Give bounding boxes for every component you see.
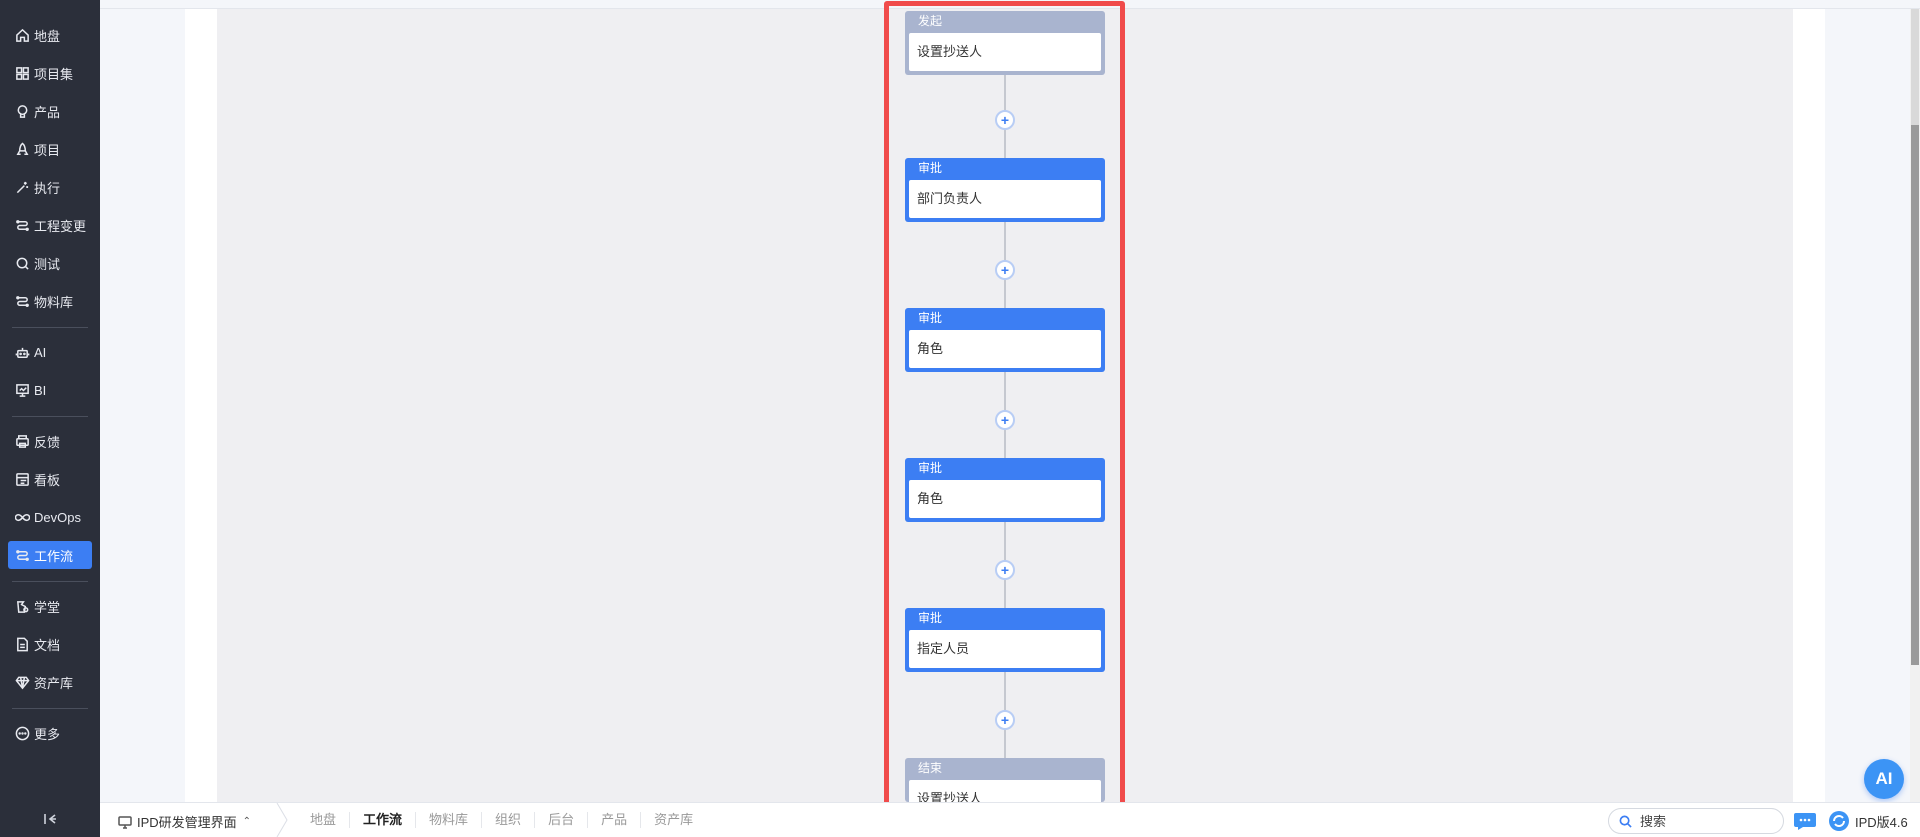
board-icon bbox=[14, 471, 30, 487]
home-icon bbox=[14, 27, 30, 43]
rocket-icon bbox=[14, 141, 30, 157]
sidebar: 地盘 项目集 产品 项目 执行 工程变更 测试 物料库 AI BI 反馈 看板 … bbox=[0, 0, 100, 837]
sidebar-item-ai[interactable]: AI bbox=[8, 338, 92, 366]
chat-icon[interactable] bbox=[1793, 811, 1817, 831]
robot-icon bbox=[14, 344, 30, 360]
search-input[interactable] bbox=[1640, 813, 1770, 829]
app-tabs: 地盘 工作流 物料库 组织 后台 产品 资产库 bbox=[297, 812, 706, 828]
document-icon bbox=[14, 636, 30, 652]
infinity-icon bbox=[14, 509, 30, 525]
tab-home[interactable]: 地盘 bbox=[297, 812, 351, 828]
sidebar-item-label: 地盘 bbox=[34, 28, 61, 44]
sidebar-item-assets[interactable]: 资产库 bbox=[8, 668, 92, 696]
sidebar-item-label: 项目 bbox=[34, 142, 61, 158]
sidebar-item-label: 看板 bbox=[34, 472, 61, 488]
tab-assets[interactable]: 资产库 bbox=[641, 812, 706, 828]
grid-icon bbox=[14, 65, 30, 81]
breadcrumb-separator bbox=[275, 802, 289, 837]
sidebar-item-execution[interactable]: 执行 bbox=[8, 173, 92, 201]
tab-admin[interactable]: 后台 bbox=[535, 812, 589, 828]
sidebar-item-product[interactable]: 产品 bbox=[8, 97, 92, 125]
sidebar-item-programs[interactable]: 项目集 bbox=[8, 59, 92, 87]
version-label: IPD版4.6 bbox=[1855, 814, 1908, 830]
sidebar-item-kanban[interactable]: 看板 bbox=[8, 465, 92, 493]
sidebar-item-label: 执行 bbox=[34, 180, 61, 196]
wand-icon bbox=[14, 179, 30, 195]
version-info[interactable]: IPD版4.6 bbox=[1828, 810, 1908, 832]
sidebar-divider bbox=[12, 581, 88, 582]
sidebar-item-label: 文档 bbox=[34, 637, 61, 653]
tab-materials[interactable]: 物料库 bbox=[416, 812, 483, 828]
sidebar-item-project[interactable]: 项目 bbox=[8, 135, 92, 163]
sidebar-item-label: BI bbox=[34, 382, 47, 398]
sidebar-item-materials[interactable]: 物料库 bbox=[8, 287, 92, 315]
sidebar-item-engineering-change[interactable]: 工程变更 bbox=[8, 211, 92, 239]
brand-logo-icon bbox=[1829, 811, 1849, 831]
diamond-icon bbox=[14, 674, 30, 690]
sidebar-divider bbox=[12, 416, 88, 417]
sidebar-item-label: 工作流 bbox=[34, 548, 74, 564]
printer-icon bbox=[14, 433, 30, 449]
workspace-switcher[interactable]: IPD研发管理界面 ⌃ bbox=[118, 812, 251, 831]
highlight-box bbox=[884, 1, 1125, 812]
chart-board-icon bbox=[14, 382, 30, 398]
sidebar-item-feedback[interactable]: 反馈 bbox=[8, 427, 92, 455]
sidebar-item-label: DevOps bbox=[34, 509, 81, 525]
sidebar-item-label: 资产库 bbox=[34, 675, 74, 691]
bottom-bar: IPD研发管理界面 ⌃ 地盘 工作流 物料库 组织 后台 产品 资产库 IPD版… bbox=[100, 802, 1920, 837]
more-circle-icon bbox=[14, 725, 30, 741]
sidebar-item-home[interactable]: 地盘 bbox=[8, 21, 92, 49]
sidebar-item-more[interactable]: 更多 bbox=[8, 719, 92, 747]
sidebar-item-label: 产品 bbox=[34, 104, 61, 120]
flow-icon bbox=[14, 293, 30, 309]
sidebar-divider bbox=[12, 327, 88, 328]
sidebar-item-label: 学堂 bbox=[34, 599, 61, 615]
scrollbar-upper-track bbox=[1911, 9, 1919, 125]
vertical-scrollbar-thumb[interactable] bbox=[1911, 125, 1919, 665]
tab-organization[interactable]: 组织 bbox=[482, 812, 536, 828]
sidebar-item-bi[interactable]: BI bbox=[8, 376, 92, 404]
sidebar-item-devops[interactable]: DevOps bbox=[8, 503, 92, 531]
search-icon bbox=[1619, 815, 1632, 828]
sidebar-item-label: 测试 bbox=[34, 256, 61, 272]
sidebar-item-label: 物料库 bbox=[34, 294, 74, 310]
sidebar-item-test[interactable]: 测试 bbox=[8, 249, 92, 277]
sidebar-item-label: 反馈 bbox=[34, 434, 61, 450]
ai-assistant-button[interactable]: AI bbox=[1864, 759, 1904, 799]
chevron-up-icon: ⌃ bbox=[242, 816, 252, 827]
monitor-icon bbox=[118, 815, 137, 829]
sidebar-item-label: 项目集 bbox=[34, 66, 74, 82]
tab-product[interactable]: 产品 bbox=[588, 812, 642, 828]
sidebar-divider bbox=[12, 708, 88, 709]
sidebar-item-label: 工程变更 bbox=[34, 218, 87, 234]
collapse-left-icon bbox=[44, 814, 56, 824]
sidebar-item-workflow[interactable]: 工作流 bbox=[8, 541, 92, 569]
sidebar-item-docs[interactable]: 文档 bbox=[8, 630, 92, 658]
workspace-name: IPD研发管理界面 bbox=[137, 815, 237, 830]
sidebar-item-label: 更多 bbox=[34, 726, 61, 742]
flow-icon bbox=[14, 547, 30, 563]
search-circle-icon bbox=[14, 255, 30, 271]
sidebar-item-school[interactable]: 学堂 bbox=[8, 592, 92, 620]
collapse-sidebar-button[interactable] bbox=[40, 811, 60, 827]
flow-icon bbox=[14, 217, 30, 233]
lightbulb-icon bbox=[14, 103, 30, 119]
sidebar-item-label: AI bbox=[34, 344, 47, 360]
tab-workflow[interactable]: 工作流 bbox=[350, 812, 417, 828]
school-icon bbox=[14, 598, 30, 614]
global-search[interactable] bbox=[1608, 808, 1784, 834]
